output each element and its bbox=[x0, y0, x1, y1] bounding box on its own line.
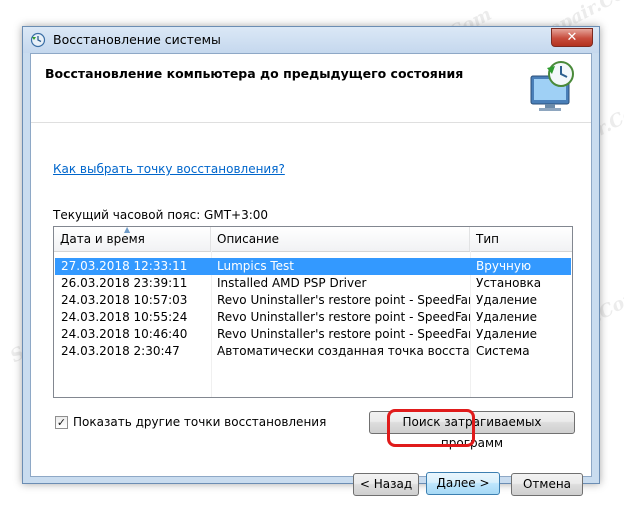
table-row[interactable]: 27.03.2018 12:33:11 Lumpics Test Вручную bbox=[55, 258, 571, 275]
title-bar[interactable]: Восстановление системы ✕ bbox=[23, 27, 599, 53]
show-more-label: Показать другие точки восстановления bbox=[73, 415, 327, 429]
table-row[interactable]: 24.03.2018 10:55:24 Revo Uninstaller's r… bbox=[55, 309, 571, 326]
column-date[interactable]: Дата и время ▲ bbox=[54, 227, 211, 251]
show-more-checkbox[interactable]: ✓ Показать другие точки восстановления bbox=[55, 415, 326, 429]
table-header: Дата и время ▲ Описание Тип bbox=[54, 227, 572, 252]
monitor-clock-icon bbox=[530, 61, 574, 111]
system-restore-icon bbox=[30, 32, 46, 48]
column-type[interactable]: Тип bbox=[470, 227, 572, 251]
cancel-button[interactable]: Отмена bbox=[511, 473, 583, 496]
close-button[interactable]: ✕ bbox=[551, 28, 593, 47]
column-description[interactable]: Описание bbox=[211, 227, 470, 251]
dialog-content: Восстановление компьютера до предыдущего… bbox=[30, 53, 592, 496]
close-icon: ✕ bbox=[566, 30, 578, 45]
restore-points-table[interactable]: Дата и время ▲ Описание Тип 27.03.2018 1… bbox=[53, 226, 573, 398]
table-row[interactable]: 24.03.2018 10:46:40 Revo Uninstaller's r… bbox=[55, 326, 571, 343]
table-row[interactable]: 24.03.2018 2:30:47 Автоматически созданн… bbox=[55, 343, 571, 360]
dialog-header: Восстановление компьютера до предыдущего… bbox=[31, 54, 591, 123]
table-row[interactable]: 26.03.2018 23:39:11 Installed AMD PSP Dr… bbox=[55, 275, 571, 292]
next-button[interactable]: Далее > bbox=[426, 472, 500, 495]
window-title: Восстановление системы bbox=[53, 32, 221, 47]
sort-arrow-icon: ▲ bbox=[124, 226, 131, 234]
system-restore-window: Восстановление системы ✕ Восстановление … bbox=[22, 26, 600, 496]
timezone-label: Текущий часовой пояс: GMT+3:00 bbox=[53, 208, 269, 222]
how-to-choose-link[interactable]: Как выбрать точку восстановления? bbox=[53, 162, 285, 176]
back-button[interactable]: < Назад bbox=[353, 473, 419, 496]
next-button-highlight bbox=[387, 409, 475, 447]
checkmark-icon[interactable]: ✓ bbox=[55, 415, 68, 429]
table-row[interactable]: 24.03.2018 10:57:03 Revo Uninstaller's r… bbox=[55, 292, 571, 309]
header-title: Восстановление компьютера до предыдущего… bbox=[45, 66, 464, 81]
